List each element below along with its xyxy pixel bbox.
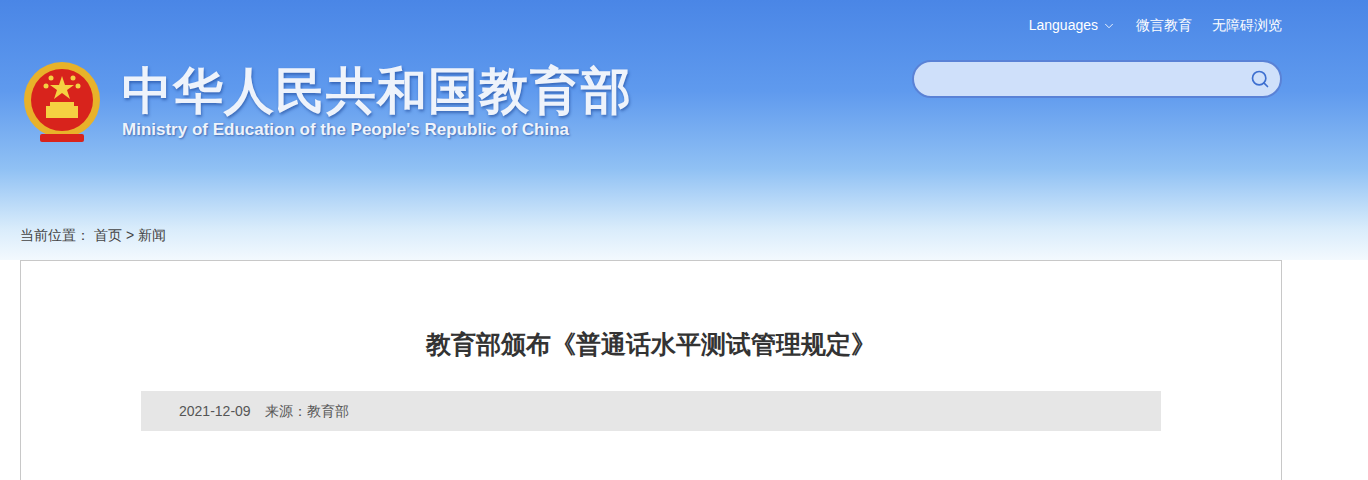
article-meta: 2021-12-09 来源：教育部 [141,391,1161,431]
page: Languages 微言教育无障碍浏览中华人民共和国教育部Ministry of … [0,0,1368,480]
top-link[interactable]: 无障碍浏览 [1212,15,1282,36]
national-emblem-icon [22,58,102,146]
search-icon[interactable] [1250,69,1270,89]
search-box[interactable] [912,60,1282,98]
site-title: 中华人民共和国教育部 [122,63,632,119]
header: Languages 微言教育无障碍浏览中华人民共和国教育部Ministry of … [0,0,1368,260]
breadcrumb: 当前位置：首页>新闻 [0,225,1368,260]
top-links: Languages 微言教育无障碍浏览 [0,0,1368,36]
article-source: 来源：教育部 [265,401,349,422]
breadcrumb-item[interactable]: 首页 [94,225,122,246]
breadcrumb-item[interactable]: 新闻 [138,225,166,246]
article-title: 教育部颁布《普通话水平测试管理规定》 [426,327,876,361]
brand-row: 中华人民共和国教育部Ministry of Education of the P… [0,36,1368,146]
breadcrumb-separator: > [126,225,134,246]
article-panel: 教育部颁布《普通话水平测试管理规定》 2021-12-09 来源：教育部 [20,260,1282,480]
top-link[interactable]: 微言教育 [1136,15,1192,36]
brand[interactable]: 中华人民共和国教育部Ministry of Education of the P… [22,58,632,146]
article-date: 2021-12-09 [179,401,251,422]
chevron-down-icon [1102,19,1116,33]
site-subtitle: Ministry of Education of the People's Re… [122,119,632,141]
top-link[interactable]: Languages [1029,15,1116,36]
